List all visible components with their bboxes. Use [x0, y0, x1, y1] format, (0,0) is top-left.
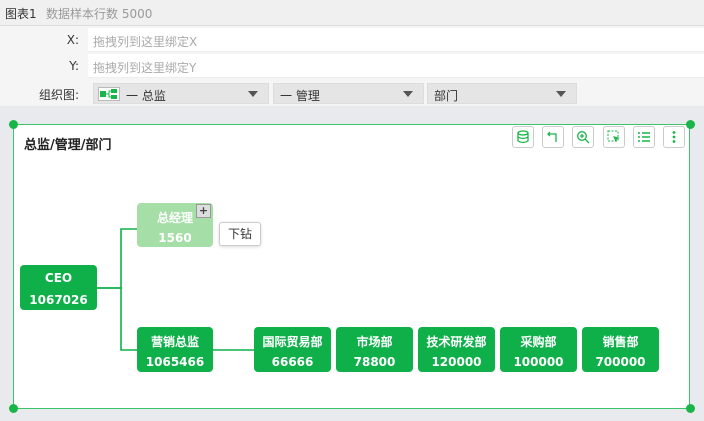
drill-down-button[interactable]: 下钻 [219, 222, 261, 246]
node-value: 66666 [271, 355, 314, 369]
node-name: 国际贸易部 [262, 335, 323, 349]
link-ceo-marketing [97, 287, 137, 351]
node-value: 1067026 [29, 293, 88, 307]
node-name: 市场部 [356, 335, 393, 349]
node-value: 100000 [513, 355, 564, 369]
link-ceo-gm [97, 228, 137, 289]
node-name: CEO [44, 271, 73, 285]
org-node-dept[interactable]: 采购部 100000 [500, 327, 577, 372]
node-value: 120000 [431, 355, 482, 369]
node-value: 1560 [158, 231, 192, 245]
org-node-dept[interactable]: 国际贸易部 66666 [254, 327, 331, 372]
expand-node-button[interactable]: + [196, 204, 211, 218]
node-value: 1065466 [145, 355, 205, 369]
org-node-marketing-director[interactable]: 营销总监 1065466 [137, 327, 213, 372]
node-name: 营销总监 [150, 335, 199, 349]
org-node-dept[interactable]: 技术研发部 120000 [418, 327, 495, 372]
org-node-dept[interactable]: 销售部 700000 [582, 327, 659, 372]
org-node-dept[interactable]: 市场部 78800 [336, 327, 413, 372]
node-value: 78800 [353, 355, 396, 369]
node-name: 技术研发部 [426, 335, 487, 349]
org-node-ceo[interactable]: CEO 1067026 [20, 265, 97, 310]
node-name: 销售部 [602, 335, 639, 349]
node-value: 700000 [595, 355, 646, 369]
node-name: 采购部 [520, 335, 557, 349]
